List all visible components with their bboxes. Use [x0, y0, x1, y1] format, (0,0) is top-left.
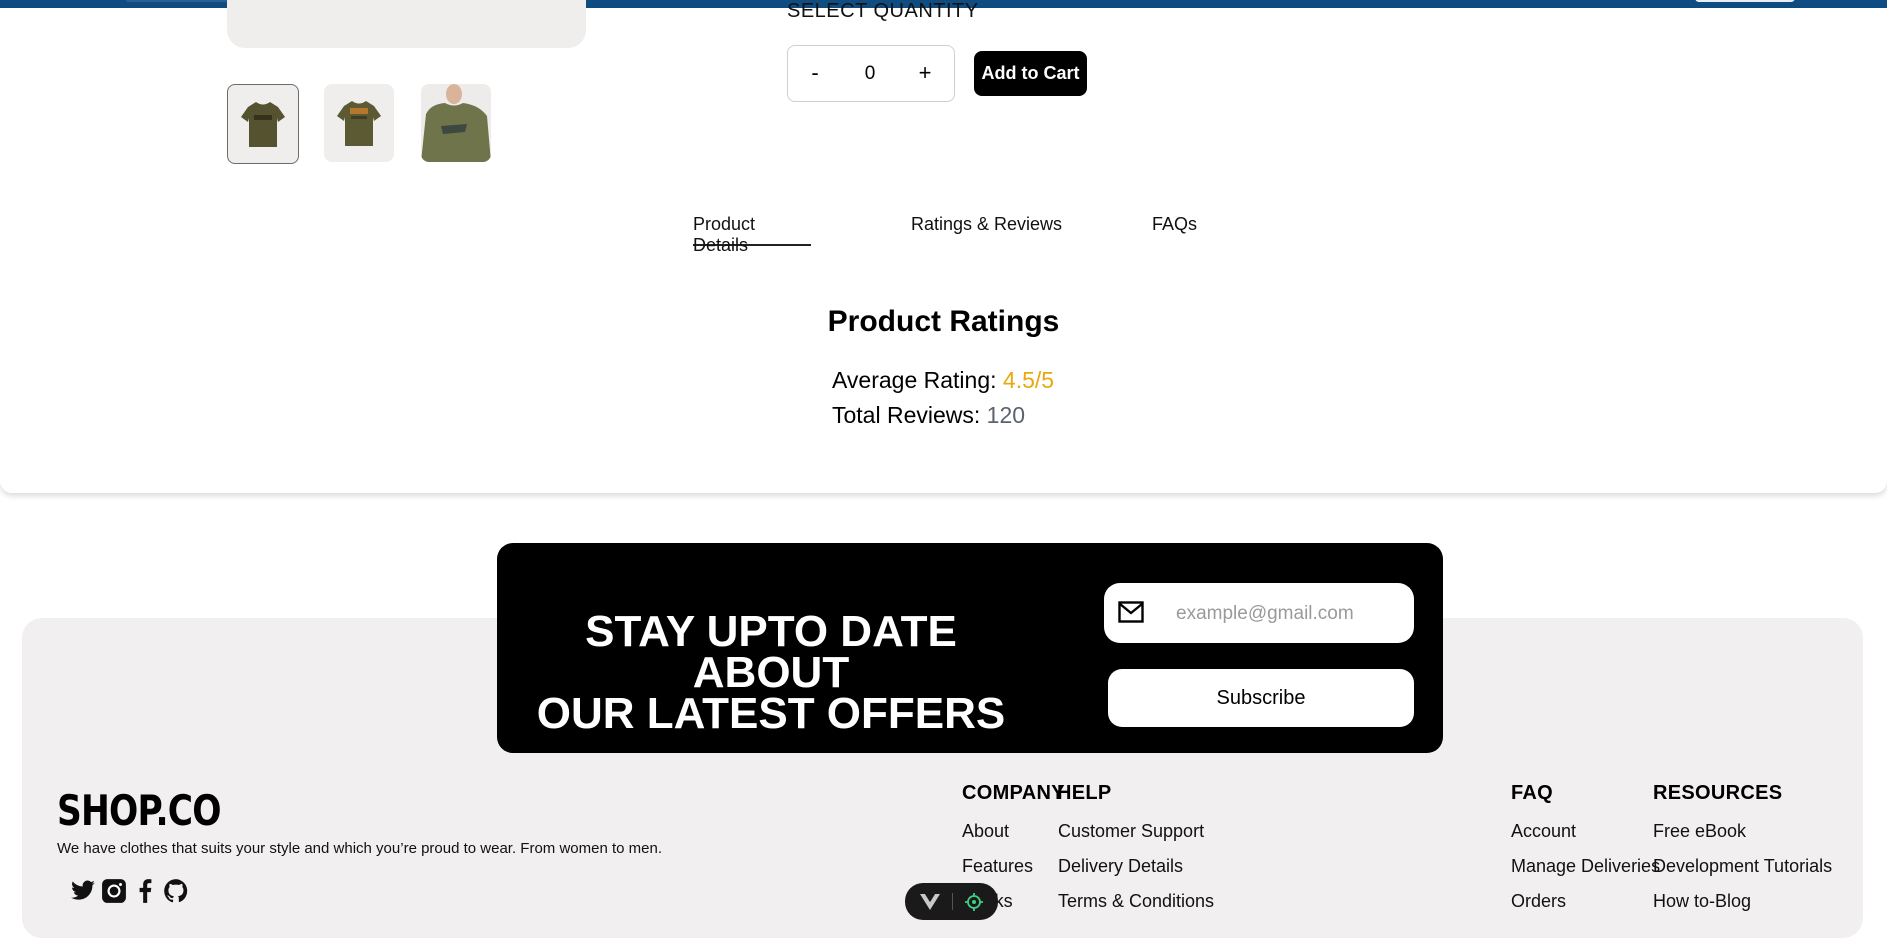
target-icon[interactable]: [965, 893, 983, 911]
footer-help-heading: HELP: [1057, 782, 1112, 804]
increase-quantity-button[interactable]: +: [910, 59, 940, 89]
footer-resources-heading: RESOURCES: [1653, 782, 1783, 804]
product-thumbnail-1[interactable]: [227, 84, 299, 164]
footer-link-customer-support[interactable]: Customer Support: [1058, 821, 1204, 842]
product-thumbnail-3[interactable]: [421, 84, 491, 162]
average-rating-value: 4.5/5: [1002, 367, 1055, 393]
email-field-wrapper: [1104, 583, 1414, 643]
add-to-cart-button[interactable]: Add to Cart: [974, 51, 1087, 96]
average-rating-label: Average Rating:: [832, 367, 997, 393]
footer-link-features[interactable]: Features: [962, 856, 1033, 877]
newsletter-banner: STAY UPTO DATE ABOUT OUR LATEST OFFERS S…: [497, 543, 1443, 753]
mail-icon: [1118, 601, 1144, 623]
shop-logo[interactable]: SHOP.CO: [57, 786, 222, 835]
github-icon[interactable]: [163, 878, 189, 904]
total-reviews: Total Reviews: 120: [832, 402, 1025, 429]
vue-devtools-icon: [920, 894, 940, 910]
total-reviews-label: Total Reviews:: [832, 402, 981, 428]
footer-link-free-ebook[interactable]: Free eBook: [1653, 821, 1746, 842]
footer-link-manage-deliveries[interactable]: Manage Deliveries: [1511, 856, 1660, 877]
tab-ratings-reviews[interactable]: Ratings & Reviews: [911, 214, 1062, 244]
footer-link-how-to-blog[interactable]: How to-Blog: [1653, 891, 1751, 912]
footer-faq-heading: FAQ: [1511, 782, 1554, 804]
footer-link-delivery-details[interactable]: Delivery Details: [1058, 856, 1183, 877]
select-quantity-label: SELECT QUANTITY: [787, 0, 979, 22]
product-main-image: [227, 0, 586, 48]
tshirt-front-image: [241, 102, 285, 147]
newsletter-title-line1: STAY UPTO DATE ABOUT: [585, 607, 957, 697]
total-reviews-value: 120: [986, 402, 1026, 428]
product-thumbnail-2[interactable]: [324, 84, 394, 162]
devtools-separator: [952, 893, 953, 910]
average-rating: Average Rating: 4.5/5: [832, 367, 1054, 394]
tab-product-details[interactable]: Product Details: [693, 214, 811, 255]
decrease-quantity-button[interactable]: -: [800, 59, 830, 89]
tshirt-model-image: [421, 84, 491, 162]
brand-tagline: We have clothes that suits your style an…: [57, 840, 663, 857]
tab-faqs[interactable]: FAQs: [1152, 214, 1197, 244]
footer-link-terms[interactable]: Terms & Conditions: [1058, 891, 1214, 912]
email-input[interactable]: [1174, 597, 1398, 631]
newsletter-title: STAY UPTO DATE ABOUT OUR LATEST OFFERS: [511, 607, 1031, 738]
facebook-icon[interactable]: [132, 878, 158, 904]
instagram-icon[interactable]: [101, 878, 127, 904]
product-ratings-heading: Product Ratings: [827, 305, 1060, 338]
quantity-stepper: - 0 +: [787, 45, 955, 102]
footer-company-heading: COMPANY: [962, 782, 1065, 804]
tshirt-back-image: [337, 101, 381, 146]
quantity-value: 0: [864, 63, 876, 84]
twitter-icon[interactable]: [70, 878, 96, 904]
nav-button-edge[interactable]: [1695, 0, 1795, 2]
subscribe-button[interactable]: Subscribe: [1108, 669, 1414, 727]
vue-devtools-toggle[interactable]: [905, 883, 998, 920]
footer-link-orders[interactable]: Orders: [1511, 891, 1566, 912]
footer-link-development-tutorials[interactable]: Development Tutorials: [1653, 856, 1832, 877]
newsletter-title-line2: OUR LATEST OFFERS: [536, 689, 1006, 738]
footer-link-account[interactable]: Account: [1511, 821, 1576, 842]
footer-link-about[interactable]: About: [962, 821, 1009, 842]
